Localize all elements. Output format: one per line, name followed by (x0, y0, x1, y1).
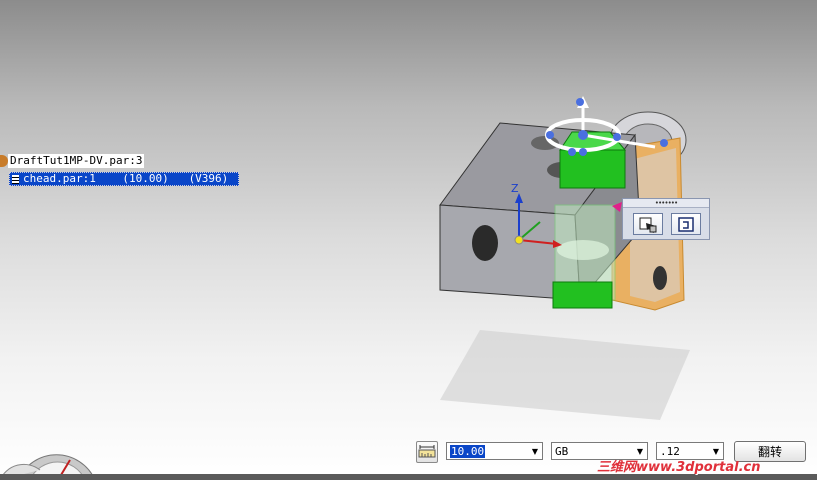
dimension-value: 10.00 (450, 444, 486, 458)
model-viewport[interactable]: Z (0, 0, 817, 480)
watermark-text: 三维网www.3dportal.cn (597, 460, 761, 475)
tree-child-item[interactable]: chead.par:1 (10.00) (V396) (9, 172, 239, 186)
selected-part[interactable] (552, 131, 627, 309)
tree-child-label: chead.par:1 (10.00) (V396) (23, 172, 229, 185)
quickbar: ••••••• (622, 198, 710, 240)
tree-root-label: DraftTut1MP-DV.par:3 (8, 153, 145, 168)
chevron-down-icon[interactable]: ▼ (633, 447, 647, 456)
tree-root-item[interactable]: DraftTut1MP-DV.par:3 (0, 153, 145, 168)
dimension-value-select[interactable]: 10.00 ▼ (446, 442, 543, 460)
quickbar-grip[interactable]: ••••••• (623, 199, 709, 208)
replace-part-button[interactable] (633, 213, 663, 235)
chevron-down-icon[interactable]: ▼ (709, 447, 723, 456)
part-icon (12, 174, 19, 184)
assembly-icon (0, 154, 8, 167)
part-shadow (440, 330, 690, 420)
assembly-relationship-icon (678, 217, 694, 232)
replace-part-icon (639, 217, 657, 233)
dimension-icon (418, 445, 436, 458)
z-axis-label: Z (511, 182, 519, 195)
chevron-down-icon[interactable]: ▼ (528, 447, 542, 456)
assembly-relationship-button[interactable] (671, 213, 701, 235)
dimension-button[interactable] (416, 441, 438, 463)
